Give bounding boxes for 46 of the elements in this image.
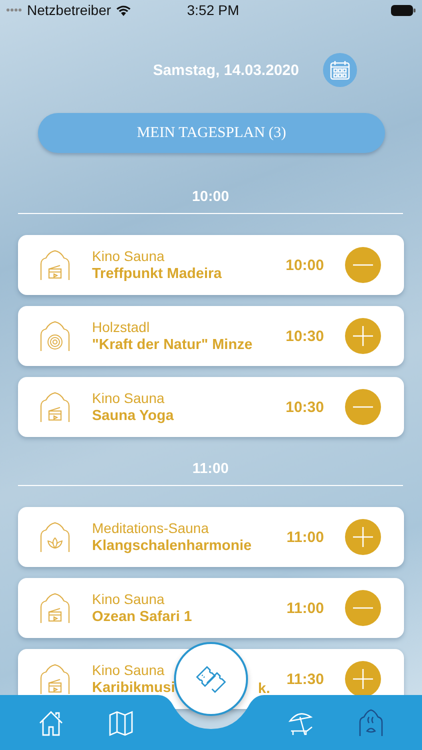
date-label: Samstag, 14.03.2020 bbox=[153, 62, 299, 78]
add-button[interactable] bbox=[345, 661, 381, 697]
venue-name: Holzstadl bbox=[92, 319, 150, 335]
plus-icon bbox=[352, 325, 374, 347]
venue-name: Meditations-Sauna bbox=[92, 520, 209, 536]
add-button[interactable] bbox=[345, 318, 381, 354]
venue-name: Kino Sauna bbox=[92, 591, 164, 607]
event-time: 10:00 bbox=[286, 256, 324, 274]
venue-name: Kino Sauna bbox=[92, 662, 164, 678]
tab-button[interactable] bbox=[174, 642, 248, 716]
home-icon bbox=[37, 708, 65, 736]
plus-icon bbox=[352, 526, 374, 548]
event-title: Ozean Safari 1 bbox=[92, 609, 192, 625]
minus-icon bbox=[352, 607, 374, 609]
event-title: Treffpunkt Madeira bbox=[92, 266, 222, 282]
add-button[interactable] bbox=[345, 519, 381, 555]
event-time: 11:00 bbox=[286, 600, 324, 616]
event-time: 10:30 bbox=[286, 398, 324, 416]
sauna-icon bbox=[357, 708, 385, 736]
time-heading: 10:00 bbox=[192, 189, 230, 205]
battery-icon bbox=[391, 4, 416, 16]
event-time: 11:00 bbox=[286, 528, 324, 546]
carrier-name: Netzbetreiber bbox=[27, 2, 112, 18]
event-time: 11:30 bbox=[286, 670, 324, 688]
minus-icon bbox=[352, 264, 374, 266]
wifi-icon bbox=[116, 4, 132, 16]
plus-icon bbox=[352, 668, 374, 690]
event-title-end: k. bbox=[258, 681, 270, 697]
event-title: Sauna Yoga bbox=[92, 408, 174, 424]
remove-button[interactable] bbox=[345, 247, 381, 283]
event-title: Karibikmusi bbox=[92, 680, 175, 696]
event-time: 10:30 bbox=[286, 328, 324, 344]
calendar-button[interactable] bbox=[322, 53, 357, 87]
time-heading: 11:00 bbox=[192, 461, 229, 477]
map-icon bbox=[107, 708, 135, 736]
calendar-icon bbox=[328, 59, 351, 81]
venue-name: Kino Sauna bbox=[92, 390, 164, 406]
clock-time: 3:52 PM bbox=[187, 2, 240, 18]
day-plan-button[interactable]: MEIN TAGESPLAN (3) bbox=[38, 113, 385, 153]
remove-button[interactable] bbox=[345, 389, 381, 425]
remove-button[interactable] bbox=[345, 590, 381, 626]
signal-icon bbox=[6, 8, 24, 12]
venue-name: Kino Sauna bbox=[92, 248, 164, 264]
minus-icon bbox=[352, 406, 374, 408]
event-title: Klangschalenharmonie bbox=[92, 538, 252, 554]
event-title: "Kraft der Natur" Minze bbox=[92, 337, 252, 353]
